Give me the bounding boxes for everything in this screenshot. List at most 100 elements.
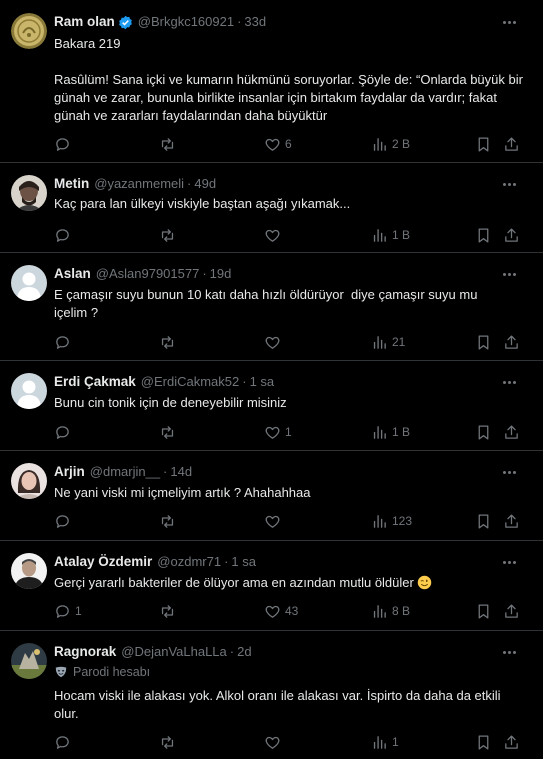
reply-button[interactable] bbox=[54, 732, 75, 752]
retweet-button[interactable] bbox=[159, 601, 180, 621]
like-button[interactable]: 1 bbox=[264, 422, 292, 442]
handle[interactable]: @Aslan97901577 bbox=[96, 265, 200, 283]
reply-icon bbox=[56, 335, 69, 349]
retweet-icon bbox=[161, 137, 174, 151]
display-name[interactable]: Metin bbox=[54, 175, 89, 193]
timestamp[interactable]: 1 sa bbox=[231, 553, 256, 571]
share-button[interactable] bbox=[503, 134, 520, 154]
reply-button[interactable] bbox=[54, 225, 75, 245]
share-button[interactable] bbox=[503, 422, 520, 442]
more-options-icon[interactable] bbox=[499, 643, 519, 661]
views-chart-icon bbox=[373, 335, 386, 349]
tweet[interactable]: Arjin @dmarjin__ · 14d Ne yani viski mi … bbox=[0, 451, 543, 541]
reply-button[interactable] bbox=[54, 422, 75, 442]
views-button[interactable]: 1 bbox=[371, 732, 399, 752]
more-options-icon[interactable] bbox=[499, 463, 519, 481]
tweet[interactable]: Ram olan @Brkgkc160921 · 33d Bakara 219 … bbox=[0, 0, 543, 163]
heart-icon bbox=[265, 605, 280, 618]
tweet[interactable]: Atalay Özdemir @ozdmr71 · 1 sa Gerçi yar… bbox=[0, 541, 543, 631]
bookmark-button[interactable] bbox=[475, 732, 492, 752]
like-button[interactable]: 6 bbox=[264, 134, 292, 154]
separator: · bbox=[224, 554, 229, 569]
avatar[interactable] bbox=[11, 13, 47, 49]
avatar[interactable] bbox=[11, 463, 47, 499]
views-button[interactable]: 1 B bbox=[371, 225, 410, 245]
display-name[interactable]: Arjin bbox=[54, 463, 85, 481]
handle[interactable]: @ErdiCakmak52 bbox=[141, 373, 239, 391]
views-button[interactable]: 2 B bbox=[371, 134, 410, 154]
bookmark-icon bbox=[478, 734, 489, 750]
reply-button[interactable] bbox=[54, 511, 75, 531]
tweet[interactable]: Metin @yazanmemeli · 49d Kaç para lan ül… bbox=[0, 163, 543, 253]
display-name[interactable]: Aslan bbox=[54, 265, 91, 283]
views-button[interactable]: 8 B bbox=[371, 601, 410, 621]
retweet-button[interactable] bbox=[159, 732, 180, 752]
retweet-button[interactable] bbox=[159, 134, 180, 154]
more-options-icon[interactable] bbox=[499, 13, 519, 31]
timestamp[interactable]: 1 sa bbox=[250, 373, 275, 391]
timestamp[interactable]: 49d bbox=[194, 175, 216, 193]
more-options-icon[interactable] bbox=[499, 175, 519, 193]
avatar[interactable] bbox=[11, 175, 47, 211]
bookmark-button[interactable] bbox=[475, 511, 492, 531]
retweet-button[interactable] bbox=[159, 511, 180, 531]
heart-icon bbox=[265, 336, 280, 349]
avatar[interactable] bbox=[11, 373, 47, 409]
bookmark-icon bbox=[478, 513, 489, 529]
bookmark-button[interactable] bbox=[475, 332, 492, 352]
coin-avatar-image bbox=[11, 13, 47, 49]
display-name[interactable]: Ram olan bbox=[54, 13, 115, 31]
reply-button[interactable]: 1 bbox=[54, 601, 82, 621]
handle[interactable]: @Brkgkc160921 bbox=[138, 13, 234, 31]
tweet[interactable]: Erdi Çakmak @ErdiCakmak52 · 1 sa Bunu ci… bbox=[0, 361, 543, 451]
share-button[interactable] bbox=[503, 332, 520, 352]
view-count: 1 B bbox=[392, 425, 411, 439]
avatar[interactable] bbox=[11, 643, 47, 679]
display-name[interactable]: Erdi Çakmak bbox=[54, 373, 136, 391]
views-button[interactable]: 21 bbox=[371, 332, 405, 352]
handle[interactable]: @DejanVaLhaLLa bbox=[121, 643, 226, 661]
views-button[interactable]: 1 B bbox=[371, 422, 410, 442]
bookmark-button[interactable] bbox=[475, 134, 492, 154]
avatar[interactable] bbox=[11, 553, 47, 589]
avatar[interactable] bbox=[11, 265, 47, 301]
heart-icon bbox=[265, 736, 280, 749]
bookmark-button[interactable] bbox=[475, 601, 492, 621]
bookmark-button[interactable] bbox=[475, 225, 492, 245]
handle[interactable]: @ozdmr71 bbox=[157, 553, 221, 571]
separator: · bbox=[229, 644, 235, 659]
reply-button[interactable] bbox=[54, 134, 75, 154]
retweet-button[interactable] bbox=[159, 332, 180, 352]
view-count: 123 bbox=[392, 514, 413, 528]
tweet[interactable]: Aslan @Aslan97901577 · 19d E çamaşır suy… bbox=[0, 253, 543, 361]
display-name[interactable]: Ragnorak bbox=[54, 643, 116, 661]
more-options-icon[interactable] bbox=[499, 553, 519, 571]
like-button[interactable]: 43 bbox=[264, 601, 298, 621]
like-button[interactable] bbox=[264, 225, 285, 245]
bookmark-button[interactable] bbox=[475, 422, 492, 442]
handle[interactable]: @yazanmemeli bbox=[94, 175, 184, 193]
timestamp[interactable]: 33d bbox=[244, 13, 266, 31]
share-button[interactable] bbox=[503, 511, 520, 531]
reply-button[interactable] bbox=[54, 332, 75, 352]
like-button[interactable] bbox=[264, 732, 285, 752]
share-button[interactable] bbox=[503, 225, 520, 245]
tweet[interactable]: Ragnorak @DejanVaLhaLLa · 2d Parodi hesa… bbox=[0, 631, 543, 759]
like-button[interactable] bbox=[264, 332, 285, 352]
like-button[interactable] bbox=[264, 511, 285, 531]
views-button[interactable]: 123 bbox=[371, 511, 412, 531]
views-chart-icon bbox=[373, 514, 386, 528]
share-button[interactable] bbox=[503, 601, 520, 621]
timestamp[interactable]: 19d bbox=[210, 265, 232, 283]
timestamp[interactable]: 2d bbox=[237, 643, 251, 661]
timestamp[interactable]: 14d bbox=[170, 463, 192, 481]
handle[interactable]: @dmarjin__ bbox=[90, 463, 160, 481]
profile-photo bbox=[11, 175, 47, 211]
retweet-button[interactable] bbox=[159, 422, 180, 442]
share-button[interactable] bbox=[503, 732, 520, 752]
more-options-icon[interactable] bbox=[499, 265, 519, 283]
retweet-button[interactable] bbox=[159, 225, 180, 245]
retweet-icon bbox=[161, 228, 174, 242]
display-name[interactable]: Atalay Özdemir bbox=[54, 553, 152, 571]
more-options-icon[interactable] bbox=[499, 373, 519, 391]
